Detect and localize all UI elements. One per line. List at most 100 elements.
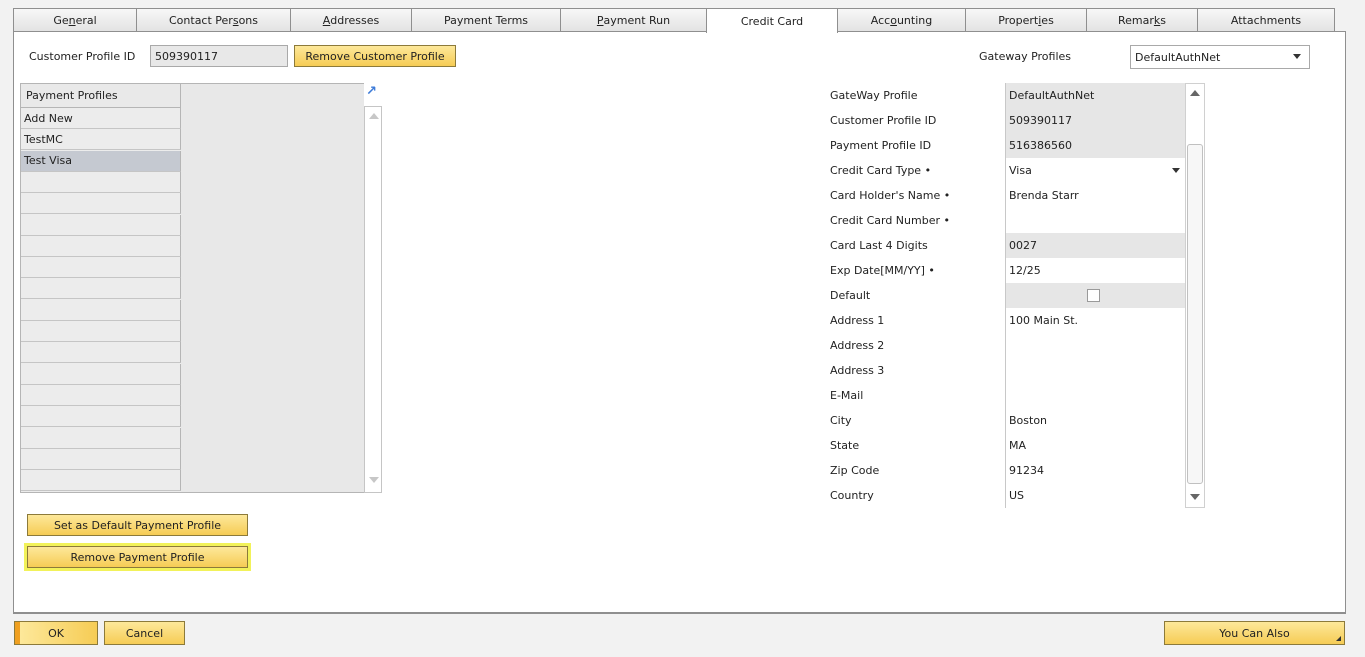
detail-value: 0027 (1009, 239, 1037, 252)
gateway-profiles-value: DefaultAuthNet (1135, 50, 1221, 64)
detail-value-field: 509390117 (1005, 108, 1185, 133)
detail-value: Boston (1009, 414, 1048, 427)
tab-label-part: Acc (870, 14, 891, 27)
detail-row: E-Mail (828, 383, 1185, 408)
payment-profile-row[interactable] (21, 470, 181, 492)
detail-value-field[interactable] (1005, 333, 1185, 358)
payment-profile-row[interactable] (21, 427, 181, 449)
detail-value-field[interactable]: MA (1005, 433, 1185, 458)
ok-button[interactable]: OK (14, 621, 98, 645)
detail-label: City (828, 408, 1005, 433)
tab-3[interactable]: Payment Terms (411, 8, 561, 32)
payment-profile-row[interactable] (21, 321, 181, 342)
payment-profile-row[interactable]: TestMC (21, 129, 181, 151)
detail-value-field[interactable]: Boston (1005, 408, 1185, 433)
detail-label: State (828, 433, 1005, 458)
detail-row: Customer Profile ID 509390117 (828, 108, 1185, 133)
detail-value-field[interactable]: US (1005, 483, 1185, 508)
detail-row: Card Holder's Name • Brenda Starr (828, 183, 1185, 208)
detail-row: Country US (828, 483, 1185, 508)
detail-value: 516386560 (1009, 139, 1072, 152)
detail-value-field[interactable]: 100 Main St. (1005, 308, 1185, 333)
scroll-up-icon[interactable] (369, 113, 379, 119)
remove-payment-profile-button[interactable]: Remove Payment Profile (27, 546, 248, 568)
scrollbar-thumb[interactable] (1187, 144, 1203, 484)
detail-value-field[interactable]: Visa (1005, 158, 1185, 183)
detail-row: Exp Date[MM/YY] • 12/25 (828, 258, 1185, 283)
detail-value: 12/25 (1009, 264, 1041, 277)
scroll-up-icon[interactable] (1190, 90, 1200, 96)
payment-profile-row[interactable] (21, 299, 181, 321)
customer-profile-id-field[interactable]: 509390117 (150, 45, 288, 67)
detail-value-field[interactable]: Brenda Starr (1005, 183, 1185, 208)
tab-1[interactable]: Contact Per s ons (136, 8, 291, 32)
detail-value-field[interactable]: 12/25 (1005, 258, 1185, 283)
tab-label-mnemonic: P (596, 14, 604, 27)
detail-label: Default (828, 283, 1005, 308)
detail-label: E-Mail (828, 383, 1005, 408)
detail-value-field: 516386560 (1005, 133, 1185, 158)
tab-6[interactable]: Acc o unting (837, 8, 966, 32)
payment-profile-row[interactable] (21, 171, 181, 193)
payment-profile-row[interactable]: Test Visa (21, 150, 181, 172)
chevron-down-icon[interactable] (1172, 168, 1180, 173)
tab-label-part: es (1041, 14, 1054, 27)
tab-9[interactable]: Attachments (1197, 8, 1335, 32)
detail-label: Address 1 (828, 308, 1005, 333)
tab-7[interactable]: Propert i es (965, 8, 1087, 32)
tab-4[interactable]: Payment Run (560, 8, 707, 32)
set-default-payment-profile-button[interactable]: Set as Default Payment Profile (27, 514, 248, 536)
payment-profile-row[interactable] (21, 257, 181, 279)
tab-label-part: ayment Run (603, 14, 671, 27)
corner-arrow-icon (1336, 636, 1341, 641)
detail-row: Address 1 100 Main St. (828, 308, 1185, 333)
tab-8[interactable]: Remar k s (1086, 8, 1198, 32)
tab-label-mnemonic: A (322, 14, 331, 27)
payment-profile-row[interactable] (21, 363, 181, 385)
payment-profile-row[interactable] (21, 384, 181, 406)
payment-profile-row[interactable] (21, 406, 181, 428)
detail-row: Card Last 4 Digits 0027 (828, 233, 1185, 258)
payment-profile-row[interactable]: Add New (21, 108, 181, 129)
gateway-profiles-dropdown[interactable]: DefaultAuthNet (1130, 45, 1310, 69)
you-can-also-label: You Can Also (1219, 626, 1290, 640)
payment-profile-row[interactable] (21, 235, 181, 257)
payment-profile-row[interactable] (21, 278, 181, 300)
detail-label: Credit Card Type • (828, 158, 1005, 183)
scroll-down-icon[interactable] (1190, 494, 1200, 500)
detail-row: City Boston (828, 408, 1185, 433)
detail-row: Payment Profile ID 516386560 (828, 133, 1185, 158)
detail-value-field: 0027 (1005, 233, 1185, 258)
detail-value: 509390117 (1009, 114, 1072, 127)
scroll-down-icon[interactable] (369, 477, 379, 483)
detail-value-field[interactable]: 91234 (1005, 458, 1185, 483)
tab-label-part: Ge (53, 14, 69, 27)
detail-value: Brenda Starr (1009, 189, 1079, 202)
cancel-button[interactable]: Cancel (104, 621, 185, 645)
payment-profile-row[interactable] (21, 214, 181, 236)
tab-5[interactable]: Credit Card (706, 8, 838, 33)
tab-2[interactable]: Addresses (290, 8, 412, 32)
payment-profile-row[interactable] (21, 342, 181, 364)
payment-profile-row[interactable] (21, 448, 181, 470)
default-checkbox[interactable] (1087, 289, 1100, 302)
remove-customer-profile-button[interactable]: Remove Customer Profile (294, 45, 456, 67)
tab-label-part: s (1160, 14, 1166, 27)
detail-value: Visa (1009, 164, 1032, 177)
detail-row: Credit Card Type • Visa (828, 158, 1185, 183)
tab-0[interactable]: Ge n eral (13, 8, 137, 32)
detail-label: Card Holder's Name • (828, 183, 1005, 208)
detail-value-field[interactable] (1005, 383, 1185, 408)
tab-label-part: Propert (998, 14, 1039, 27)
default-checkbox-cell[interactable] (1005, 283, 1185, 308)
detail-value: DefaultAuthNet (1009, 89, 1095, 102)
detail-value: US (1009, 489, 1025, 502)
tab-label-mnemonic: o (890, 14, 897, 27)
expand-arrow-icon[interactable]: ↗ (366, 85, 379, 98)
payment-profiles-scrollbar[interactable] (364, 106, 382, 493)
detail-value-field[interactable] (1005, 358, 1185, 383)
details-scrollbar[interactable] (1185, 83, 1205, 508)
you-can-also-button[interactable]: You Can Also (1164, 621, 1345, 645)
detail-value-field[interactable] (1005, 208, 1185, 233)
payment-profile-row[interactable] (21, 193, 181, 215)
